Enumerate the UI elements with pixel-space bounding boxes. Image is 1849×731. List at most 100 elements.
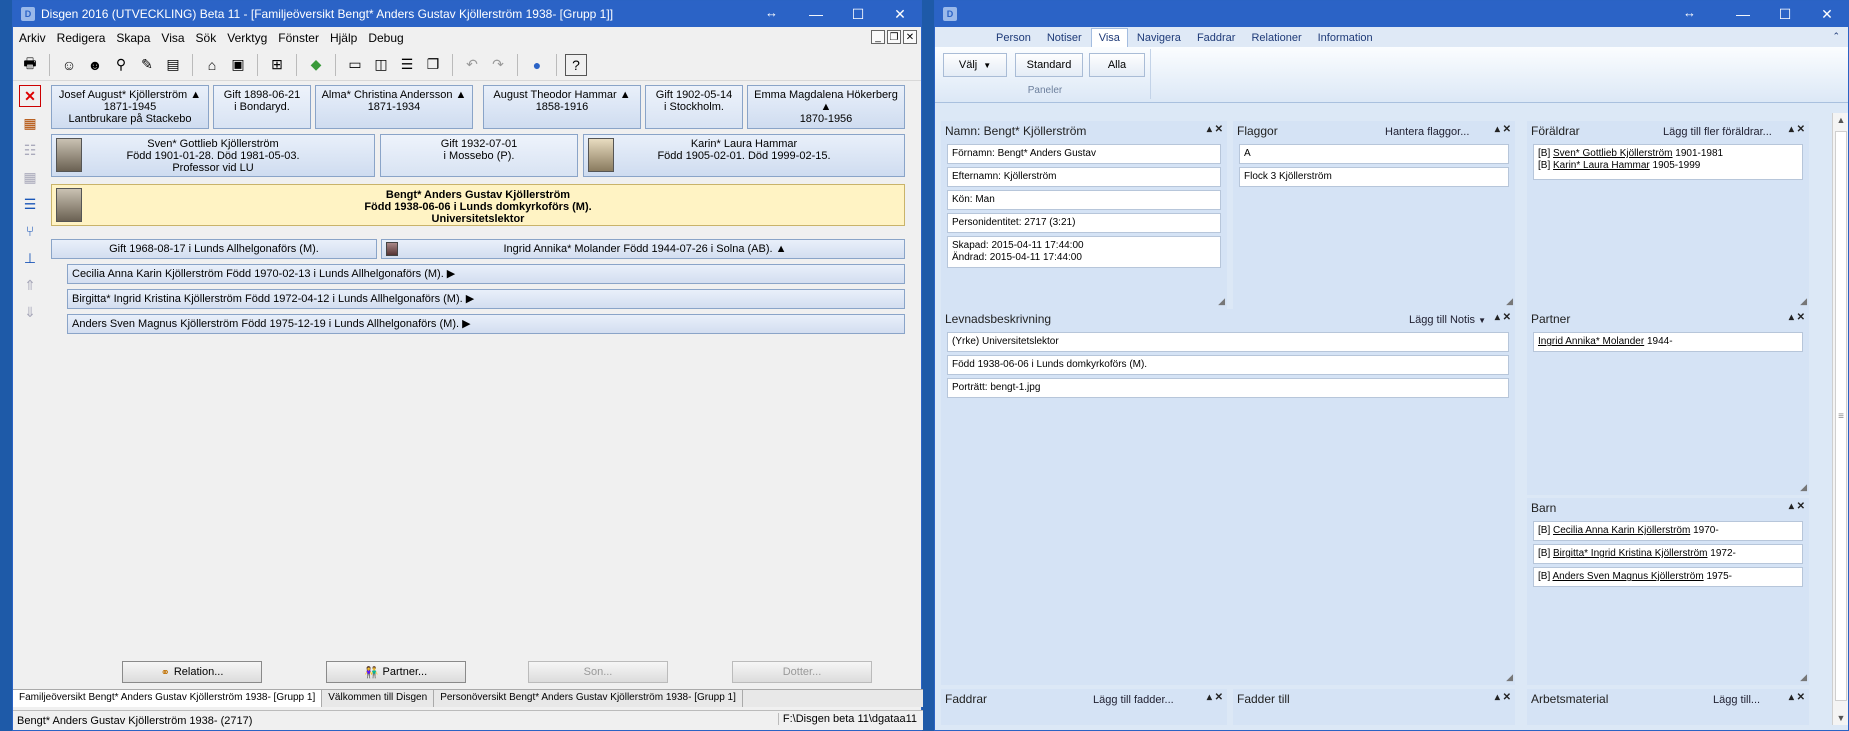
map-icon[interactable]: ◆	[305, 54, 327, 76]
list-tree-icon[interactable]: ☷	[19, 139, 41, 161]
family-icon[interactable]: ▣	[227, 54, 249, 76]
alla-button[interactable]: Alla	[1089, 53, 1145, 77]
lagg-till-arbetsmaterial-link[interactable]: Lägg till...	[1713, 694, 1760, 706]
child-entry[interactable]: [B] Anders Sven Magnus Kjöllerström 1975…	[1533, 567, 1803, 587]
partner-entry[interactable]: Ingrid Annika* Molander 1944-	[1533, 332, 1803, 352]
redo-icon[interactable]: ↷	[487, 54, 509, 76]
son-button[interactable]: Son...	[528, 661, 668, 683]
scroll-down-icon[interactable]: ▼	[1833, 711, 1849, 725]
panel-controls[interactable]: ▴ ✕	[1789, 124, 1805, 135]
child-name-link[interactable]: Birgitta* Ingrid Kristina Kjöllerström	[1553, 548, 1708, 559]
menu-debug[interactable]: Debug	[368, 31, 403, 45]
person-icon[interactable]: ☺	[58, 54, 80, 76]
menu-verktyg[interactable]: Verktyg	[227, 31, 267, 45]
panel-controls[interactable]: ▴ ✕	[1495, 312, 1511, 323]
child-name-link[interactable]: Anders Sven Magnus Kjöllerström	[1552, 571, 1703, 582]
panel-controls[interactable]: ▴ ✕	[1789, 312, 1805, 323]
standard-button[interactable]: Standard	[1015, 53, 1083, 77]
maximize-button[interactable]: ☐	[837, 1, 879, 27]
child-row[interactable]: Anders Sven Magnus Kjöllerström Född 197…	[67, 314, 905, 334]
grandfather-maternal-box[interactable]: August Theodor Hammar ▲ 1858-1916	[483, 85, 641, 129]
resize-arrows-icon[interactable]: ↔	[765, 5, 778, 20]
panel-controls[interactable]: ▴ ✕	[1207, 124, 1223, 135]
grandmother-paternal-box[interactable]: Alma* Christina Andersson ▲ 1871-1934	[315, 85, 473, 129]
parent-entry[interactable]: [B] Sven* Gottlieb Kjöllerström 1901-198…	[1538, 148, 1798, 160]
minimize-button[interactable]: —	[795, 1, 837, 27]
parent-entry[interactable]: [B] Karin* Laura Hammar 1905-1999	[1538, 160, 1798, 172]
child-row[interactable]: Birgitta* Ingrid Kristina Kjöllerström F…	[67, 289, 905, 309]
mdi-minimize-button[interactable]: _	[871, 30, 885, 44]
arrow-up-icon[interactable]: ⇑	[19, 274, 41, 296]
panel-controls[interactable]: ▴ ✕	[1207, 692, 1223, 703]
hantera-flaggor-link[interactable]: Hantera flaggor...	[1385, 126, 1469, 138]
parent-name-link[interactable]: Sven* Gottlieb Kjöllerström	[1553, 148, 1673, 159]
person-search-icon[interactable]: ☻	[84, 54, 106, 76]
child-row[interactable]: Cecilia Anna Karin Kjöllerström Född 197…	[67, 264, 905, 284]
tree-view-icon[interactable]: ⊞	[266, 54, 288, 76]
kon-field[interactable]: Kön: Man	[947, 190, 1221, 210]
relation-button[interactable]: ⚭ Relation...	[122, 661, 262, 683]
grandparents-maternal-marriage-box[interactable]: Gift 1902-05-14 i Stockholm.	[645, 85, 743, 129]
home-icon[interactable]: ⌂	[201, 54, 223, 76]
resize-grip-icon[interactable]: ◢	[1218, 296, 1225, 307]
menu-redigera[interactable]: Redigera	[57, 31, 106, 45]
flag-item[interactable]: A	[1239, 144, 1509, 164]
lagg-till-notis-dropdown[interactable]: Lägg till Notis ▼	[1409, 314, 1486, 326]
resize-grip-icon[interactable]: ◢	[1506, 296, 1513, 307]
close-button[interactable]: ✕	[1806, 1, 1848, 27]
scroll-thumb[interactable]: ≡	[1835, 131, 1847, 701]
notis-item[interactable]: Född 1938-06-06 i Lunds domkyrkoförs (M)…	[947, 355, 1509, 375]
valj-dropdown[interactable]: Välj ▼	[943, 53, 1007, 77]
pedigree-icon[interactable]: ☰	[19, 193, 41, 215]
main-marriage-box[interactable]: Gift 1968-08-17 i Lunds Allhelgonaförs (…	[51, 239, 377, 259]
tab-relationer[interactable]: Relationer	[1244, 29, 1308, 47]
lagg-till-fadder-link[interactable]: Lägg till fadder...	[1093, 694, 1174, 706]
print-icon[interactable]: 🖶	[19, 54, 41, 76]
tab-faddrar[interactable]: Faddrar	[1190, 29, 1243, 47]
menu-skapa[interactable]: Skapa	[116, 31, 150, 45]
partner-name-link[interactable]: Ingrid Annika* Molander	[1538, 336, 1644, 347]
dotter-button[interactable]: Dotter...	[732, 661, 872, 683]
delete-icon[interactable]: ✕	[19, 85, 41, 107]
notis-item[interactable]: Porträtt: bengt-1.jpg	[947, 378, 1509, 398]
grandfather-paternal-box[interactable]: Josef August* Kjöllerström ▲ 1871-1945 L…	[51, 85, 209, 129]
tab-valkommen[interactable]: Välkommen till Disgen	[322, 690, 435, 707]
menu-hjalp[interactable]: Hjälp	[330, 31, 357, 45]
child-entry[interactable]: [B] Birgitta* Ingrid Kristina Kjöllerstr…	[1533, 544, 1803, 564]
layout-single-icon[interactable]: ▭	[344, 54, 366, 76]
maximize-button[interactable]: ☐	[1764, 1, 1806, 27]
panel-controls[interactable]: ▴ ✕	[1789, 692, 1805, 703]
parents-marriage-box[interactable]: Gift 1932-07-01 i Mossebo (P).	[380, 134, 578, 177]
resize-grip-icon[interactable]: ◢	[1800, 482, 1807, 493]
child-name-link[interactable]: Cecilia Anna Karin Kjöllerström	[1553, 525, 1690, 536]
edit-icon[interactable]: ✎	[136, 54, 158, 76]
layout-split-horizontal-icon[interactable]: ☰	[396, 54, 418, 76]
mdi-close-button[interactable]: ✕	[903, 30, 917, 44]
tab-person[interactable]: Person	[989, 29, 1038, 47]
tab-notiser[interactable]: Notiser	[1040, 29, 1089, 47]
resize-grip-icon[interactable]: ◢	[1506, 672, 1513, 683]
spouse-box[interactable]: Ingrid Annika* Molander Född 1944-07-26 …	[381, 239, 905, 259]
panel-controls[interactable]: ▴ ✕	[1495, 124, 1511, 135]
mother-box[interactable]: Karin* Laura Hammar Född 1905-02-01. Död…	[583, 134, 905, 177]
layout-cascade-icon[interactable]: ❐	[422, 54, 444, 76]
resize-grip-icon[interactable]: ◢	[1800, 296, 1807, 307]
grandparents-paternal-marriage-box[interactable]: Gift 1898-06-21 i Bondaryd.	[213, 85, 311, 129]
help-icon[interactable]: ?	[565, 53, 587, 76]
tab-personoversikt[interactable]: Personöversikt Bengt* Anders Gustav Kjöl…	[434, 690, 743, 707]
tab-navigera[interactable]: Navigera	[1130, 29, 1188, 47]
document-icon[interactable]: ▦	[19, 112, 41, 134]
resize-grip-icon[interactable]: ◢	[1800, 672, 1807, 683]
book-icon[interactable]: ▤	[162, 54, 184, 76]
main-person-box[interactable]: Bengt* Anders Gustav Kjöllerström Född 1…	[51, 184, 905, 226]
child-entry[interactable]: [B] Cecilia Anna Karin Kjöllerström 1970…	[1533, 521, 1803, 541]
fornamn-field[interactable]: Förnamn: Bengt* Anders Gustav	[947, 144, 1221, 164]
flag-item[interactable]: Flock 3 Kjöllerström	[1239, 167, 1509, 187]
grid-icon[interactable]: ▦	[19, 166, 41, 188]
menu-visa[interactable]: Visa	[161, 31, 184, 45]
vertical-scrollbar[interactable]: ▲ ≡ ▼	[1832, 113, 1848, 725]
parent-name-link[interactable]: Karin* Laura Hammar	[1553, 160, 1650, 171]
scroll-up-icon[interactable]: ▲	[1833, 113, 1849, 127]
father-box[interactable]: Sven* Gottlieb Kjöllerström Född 1901-01…	[51, 134, 375, 177]
hierarchy-icon[interactable]: ⊥	[19, 247, 41, 269]
